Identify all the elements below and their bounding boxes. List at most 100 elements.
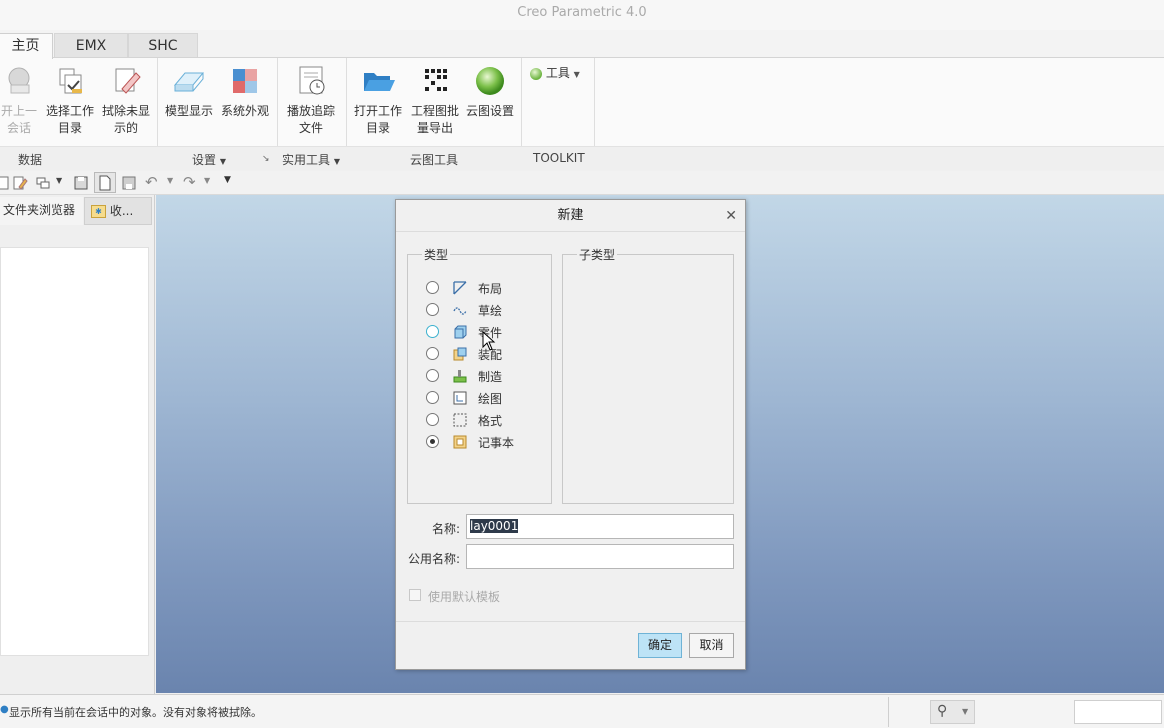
open-working-directory-button[interactable]: 打开工作 目录 (352, 63, 404, 137)
new-file-icon[interactable] (0, 175, 12, 191)
common-name-field[interactable] (466, 544, 734, 569)
binoculars-icon: ⚲ (937, 703, 948, 719)
tools-menu-button[interactable]: 工具 ▼ (530, 65, 580, 81)
cloud-settings-button[interactable]: 云图设置 (464, 63, 516, 120)
system-appearance-button[interactable]: 系统外观 (219, 63, 271, 120)
radio-button[interactable] (426, 435, 439, 448)
tab-emx[interactable]: EMX (54, 33, 128, 58)
ribbon-tabs: 主页 EMX SHC (0, 30, 1164, 59)
save-icon[interactable] (121, 175, 137, 191)
group-label-text: 设置 (192, 153, 217, 167)
radio-button[interactable] (426, 347, 439, 360)
selection-filter[interactable] (1074, 700, 1162, 724)
new-document-icon[interactable] (97, 175, 113, 191)
common-name-label: 公用名称: (407, 552, 460, 566)
model-display-button[interactable]: 模型显示 (163, 63, 215, 120)
erase-not-displayed-icon (108, 63, 144, 99)
open-working-dir-icon (360, 63, 396, 99)
radio-button[interactable] (426, 413, 439, 426)
cloud-settings-icon (472, 63, 508, 99)
select-working-directory-button[interactable]: 选择工作 目录 (44, 63, 96, 137)
dropdown-arrow-icon[interactable]: ▼ (56, 176, 62, 185)
close-icon[interactable]: ✕ (725, 200, 737, 232)
radio-button[interactable] (426, 303, 439, 316)
drawing-batch-export-icon (417, 63, 453, 99)
status-bar: ● 显示所有当前在会话中的对象。没有对象将被拭除。 ⚲ ▼ (0, 694, 1164, 728)
layout-icon (453, 281, 467, 295)
ribbon-label: 示的 (113, 121, 138, 135)
edit-file-icon[interactable] (12, 175, 28, 191)
ribbon-label: 播放追踪 (286, 104, 335, 118)
system-appearance-icon (227, 63, 263, 99)
ribbon-label: 打开工作 (353, 104, 402, 118)
group-label-text: 实用工具 (282, 153, 331, 167)
name-field[interactable]: lay0001 (466, 514, 734, 539)
ribbon-group-bar: 数据 设置 ▼ ↘ 实用工具 ▼ 云图工具 TOOLKIT (0, 146, 1164, 170)
status-message: 显示所有当前在会话中的对象。没有对象将被拭除。 (9, 706, 262, 719)
type-label: 格式 (478, 414, 503, 428)
ribbon-label: 开上一 (0, 104, 37, 118)
part-icon (454, 325, 467, 339)
ribbon: 开上一 会话 选择工作 目录 拭除未显 示的 模型显示 系统外观 播放追踪 文件… (0, 57, 1164, 170)
dropdown-arrow-icon[interactable]: ▼ (204, 176, 210, 185)
type-group: 类型 布局 草绘 零件 装配 制造 绘图 格式 记事本 (407, 246, 552, 504)
dialog-separator (396, 621, 745, 622)
ribbon-label: 选择工作 (45, 104, 94, 118)
select-working-dir-icon (52, 63, 88, 99)
ribbon-label: 目录 (365, 121, 390, 135)
drawing-icon (453, 391, 467, 405)
dropdown-arrow-icon: ▼ (962, 707, 969, 716)
erase-not-displayed-button[interactable]: 拭除未显 示的 (100, 63, 152, 137)
dropdown-arrow-icon: ▼ (573, 70, 580, 79)
name-label: 名称: (431, 522, 460, 536)
window-icon[interactable] (35, 175, 51, 191)
ribbon-label: 工程图批 (410, 104, 459, 118)
dialog-title: 新建 (396, 200, 745, 232)
subtype-group: 子类型 (562, 246, 734, 504)
radio-button[interactable] (426, 391, 439, 404)
ok-button[interactable]: 确定 (638, 633, 682, 658)
quick-access-toolbar: ▼ ↶ ▼ ↷ ▼ ▼ (0, 171, 1164, 195)
open-last-session-button[interactable]: 开上一 会话 (0, 63, 42, 137)
dropdown-arrow-icon[interactable]: ▼ (167, 176, 173, 185)
type-legend: 类型 (422, 246, 451, 263)
notebook-icon (453, 435, 467, 449)
ribbon-label: 量导出 (416, 121, 453, 135)
tab-favorites[interactable]: ✱ 收... (84, 197, 152, 225)
cancel-button[interactable]: 取消 (689, 633, 734, 658)
radio-button[interactable] (426, 369, 439, 382)
status-separator (888, 697, 889, 727)
customize-toolbar-icon[interactable]: ▼ (224, 175, 231, 185)
play-trail-file-button[interactable]: 播放追踪 文件 (284, 63, 338, 137)
find-button[interactable]: ⚲ ▼ (930, 700, 975, 724)
radio-button[interactable] (426, 325, 439, 338)
tab-home[interactable]: 主页 (0, 33, 53, 59)
tab-label: 收... (109, 204, 134, 218)
type-label: 制造 (478, 370, 503, 384)
subtype-legend: 子类型 (577, 246, 618, 263)
ribbon-label: 拭除未显 (101, 104, 150, 118)
use-default-template-checkbox[interactable] (409, 589, 421, 601)
ribbon-label: 云图设置 (465, 104, 514, 118)
tab-folder-browser[interactable]: 文件夹浏览器 (0, 197, 83, 225)
tab-shc[interactable]: SHC (128, 33, 198, 58)
radio-button[interactable] (426, 281, 439, 294)
group-label-data: 数据 (18, 153, 43, 167)
dropdown-arrow-icon: ▼ (219, 157, 226, 166)
navigator-panel: 文件夹浏览器 ✱ 收... (0, 195, 155, 695)
drawing-batch-export-button[interactable]: 工程图批 量导出 (408, 63, 462, 137)
undo-icon[interactable]: ↶ (145, 173, 158, 191)
group-label-utilities[interactable]: 实用工具 ▼ (282, 151, 340, 168)
redo-icon[interactable]: ↷ (183, 173, 196, 191)
save-copy-icon[interactable] (73, 175, 89, 191)
folder-tree[interactable] (0, 247, 149, 656)
ribbon-label: 会话 (6, 121, 31, 135)
dropdown-arrow-icon: ▼ (333, 157, 340, 166)
window-title-bar: Creo Parametric 4.0 (0, 0, 1164, 30)
favorites-folder-icon: ✱ (91, 205, 106, 218)
group-label-settings[interactable]: 设置 ▼ (192, 151, 226, 168)
dialog-launcher-icon[interactable]: ↘ (262, 154, 270, 164)
name-value: lay0001 (470, 519, 519, 533)
mouse-cursor-icon (482, 331, 496, 351)
type-label: 绘图 (478, 392, 503, 406)
